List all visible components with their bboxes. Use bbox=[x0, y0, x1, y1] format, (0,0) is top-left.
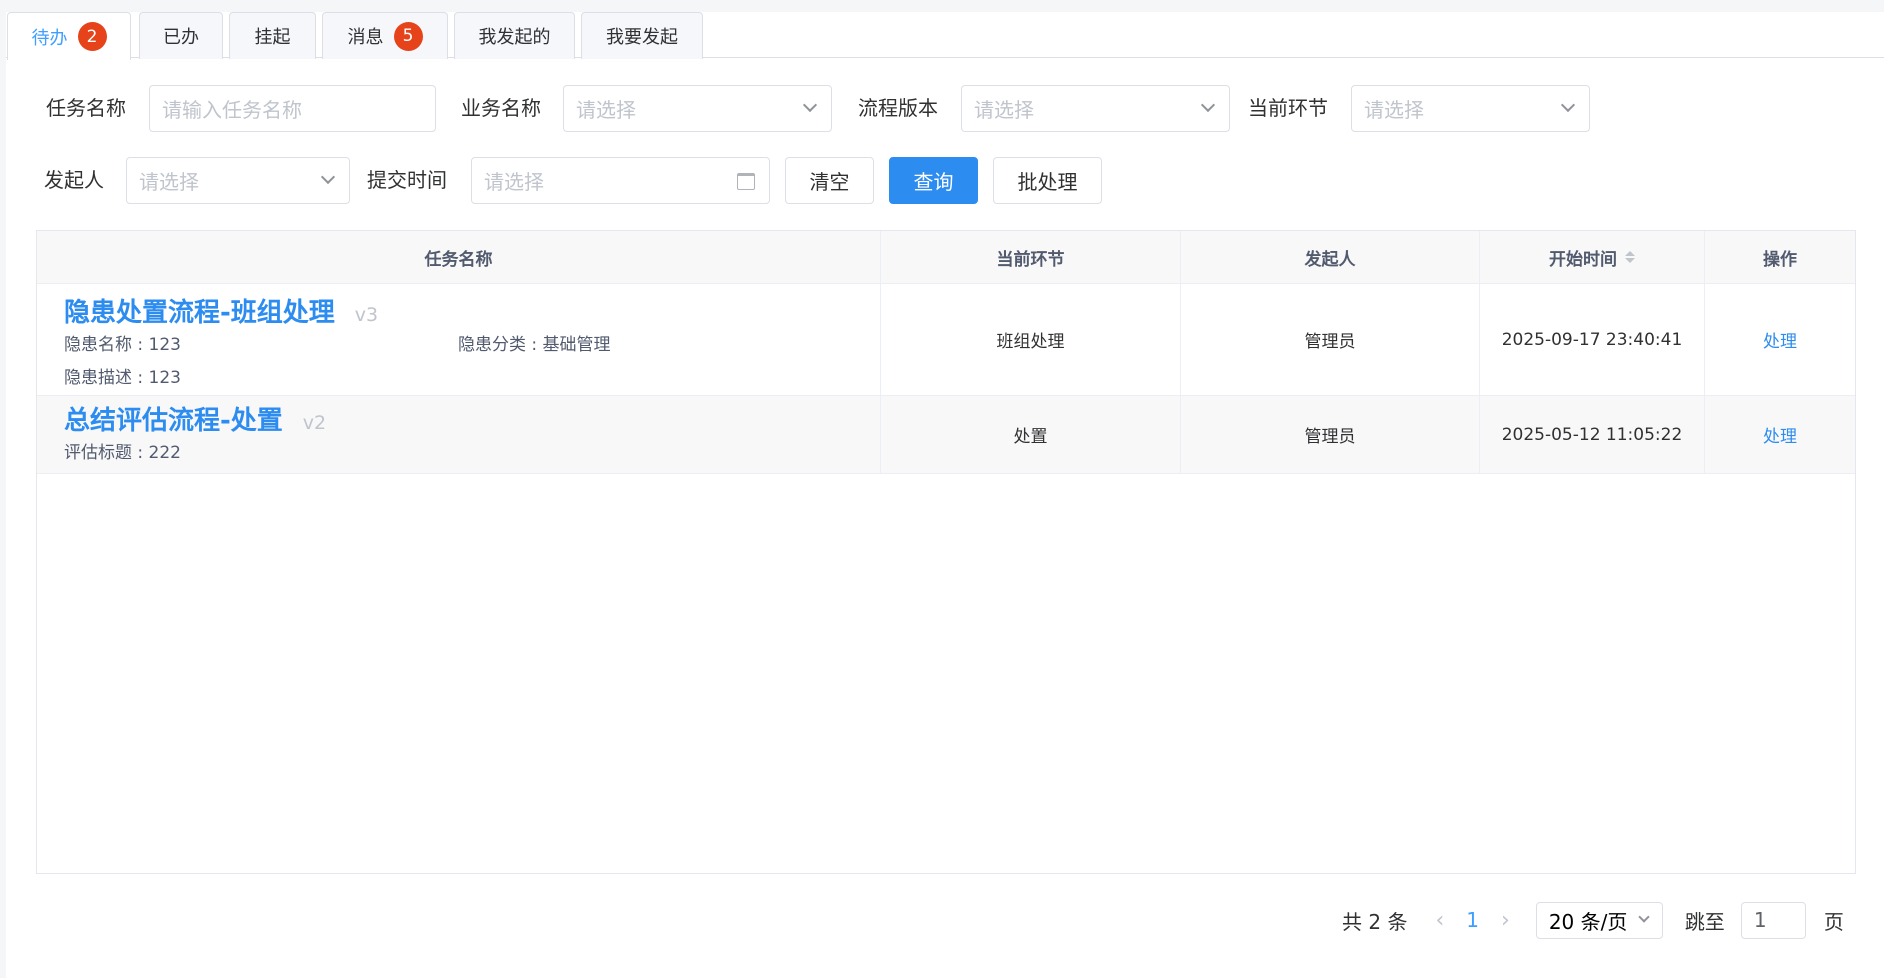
tab-todo[interactable]: 待办2 bbox=[7, 12, 131, 60]
process-link[interactable]: 处理 bbox=[1763, 327, 1797, 352]
initiator-select[interactable]: 请选择 bbox=[126, 157, 350, 204]
initiator-cell: 管理员 bbox=[1181, 396, 1480, 473]
node-select[interactable]: 请选择 bbox=[1351, 85, 1590, 132]
calendar-icon bbox=[737, 173, 755, 190]
next-page-icon[interactable]: › bbox=[1501, 908, 1510, 933]
clear-button[interactable]: 清空 bbox=[785, 157, 874, 204]
page-size-select[interactable]: 20 条/页 bbox=[1536, 902, 1663, 939]
task-title-link[interactable]: 隐患处置流程-班组处理 bbox=[64, 292, 335, 329]
version-label: 流程版本 bbox=[858, 85, 938, 132]
tab-messages[interactable]: 消息5 bbox=[322, 12, 448, 59]
node-cell: 处置 bbox=[881, 396, 1181, 473]
tab-bar: 待办2 已办 挂起 消息5 我发起的 我要发起 bbox=[6, 12, 1884, 58]
chevron-down-icon bbox=[1561, 98, 1575, 112]
business-select[interactable]: 请选择 bbox=[563, 85, 832, 132]
node-label: 当前环节 bbox=[1248, 85, 1328, 132]
chevron-down-icon bbox=[803, 98, 817, 112]
meta-field: 隐患名称 : 123 bbox=[64, 329, 458, 362]
header-action: 操作 bbox=[1705, 231, 1855, 283]
process-link[interactable]: 处理 bbox=[1763, 422, 1797, 447]
table-row: 隐患处置流程-班组处理 v3 隐患名称 : 123隐患分类 : 基础管理 隐患描述… bbox=[37, 284, 1855, 396]
table-header: 任务名称 当前环节 发起人 开始时间 操作 bbox=[37, 231, 1855, 284]
initiator-label: 发起人 bbox=[44, 157, 104, 204]
time-label: 提交时间 bbox=[367, 157, 447, 204]
query-button[interactable]: 查询 bbox=[889, 157, 978, 204]
chevron-down-icon bbox=[1201, 98, 1215, 112]
todo-count-badge: 2 bbox=[78, 22, 107, 51]
sort-icon[interactable] bbox=[1625, 251, 1635, 263]
meta-field: 评估标题 : 222 bbox=[64, 437, 181, 470]
version-select[interactable]: 请选择 bbox=[961, 85, 1230, 132]
jump-label: 跳至 bbox=[1685, 906, 1725, 935]
page: 待办2 已办 挂起 消息5 我发起的 我要发起 任务名称 请输入任务名称 业务名… bbox=[6, 12, 1884, 978]
page-1[interactable]: 1 bbox=[1466, 908, 1479, 932]
header-task-name: 任务名称 bbox=[37, 231, 881, 283]
page-suffix: 页 bbox=[1824, 906, 1844, 935]
task-title-link[interactable]: 总结评估流程-处置 bbox=[64, 400, 283, 437]
chevron-down-icon bbox=[1638, 911, 1649, 922]
table-row: 总结评估流程-处置 v2 评估标题 : 222 处置 管理员 2025-05-12… bbox=[37, 396, 1855, 474]
initiator-cell: 管理员 bbox=[1181, 284, 1480, 395]
prev-page-icon[interactable]: ‹ bbox=[1435, 908, 1444, 933]
batch-button[interactable]: 批处理 bbox=[993, 157, 1102, 204]
pagination: 共 2 条 ‹ 1 › 20 条/页 跳至 1 页 bbox=[1342, 901, 1844, 939]
tab-done[interactable]: 已办 bbox=[139, 12, 223, 59]
tab-start-new[interactable]: 我要发起 bbox=[581, 12, 703, 59]
task-table: 任务名称 当前环节 发起人 开始时间 操作 隐患处置流程-班组处理 v3 隐患名称… bbox=[36, 230, 1856, 874]
task-name-label: 任务名称 bbox=[46, 85, 126, 132]
version-tag: v2 bbox=[303, 412, 326, 434]
time-picker[interactable]: 请选择 bbox=[471, 157, 770, 204]
total-count: 共 2 条 bbox=[1342, 906, 1407, 935]
header-initiator: 发起人 bbox=[1181, 231, 1480, 283]
version-tag: v3 bbox=[355, 304, 378, 326]
header-node: 当前环节 bbox=[881, 231, 1181, 283]
node-cell: 班组处理 bbox=[881, 284, 1181, 395]
task-name-input[interactable]: 请输入任务名称 bbox=[149, 85, 436, 132]
business-label: 业务名称 bbox=[461, 85, 541, 132]
header-start-time[interactable]: 开始时间 bbox=[1480, 231, 1705, 283]
message-count-badge: 5 bbox=[394, 22, 423, 51]
start-time-cell: 2025-09-17 23:40:41 bbox=[1480, 284, 1705, 395]
start-time-cell: 2025-05-12 11:05:22 bbox=[1480, 396, 1705, 473]
tab-initiated[interactable]: 我发起的 bbox=[454, 12, 575, 59]
tab-suspended[interactable]: 挂起 bbox=[229, 12, 316, 59]
meta-field: 隐患分类 : 基础管理 bbox=[458, 329, 611, 362]
meta-field: 隐患描述 : 123 bbox=[64, 362, 181, 395]
jump-input[interactable]: 1 bbox=[1741, 902, 1806, 939]
chevron-down-icon bbox=[321, 170, 335, 184]
